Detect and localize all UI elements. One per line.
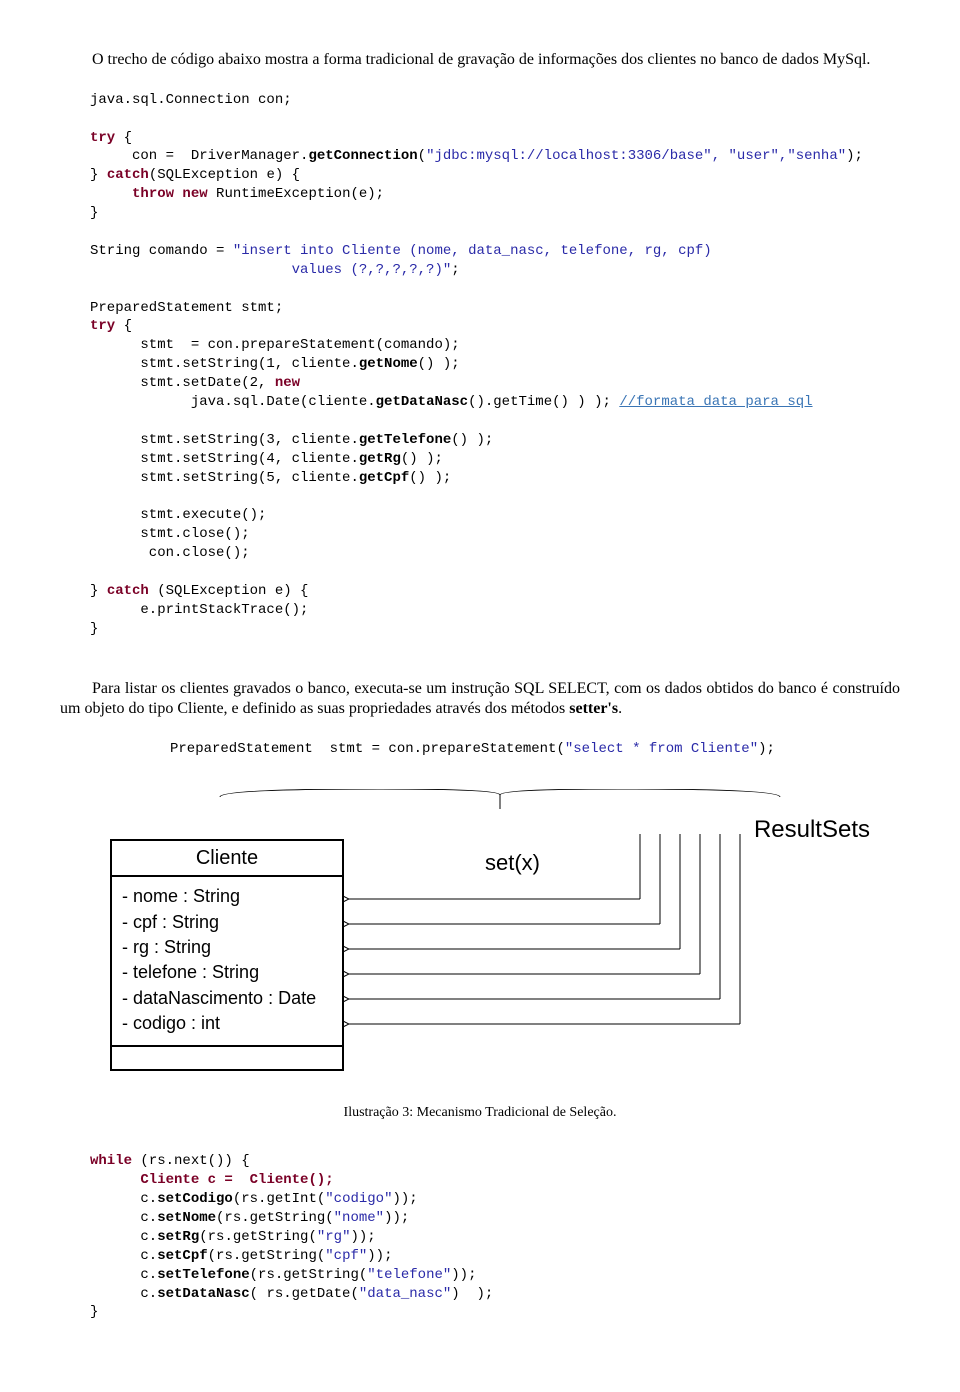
cliente-header: Cliente [112,841,342,877]
diagram-container: Cliente - nome : String - cpf : String -… [80,789,880,1099]
cliente-class-box: Cliente - nome : String - cpf : String -… [110,839,344,1071]
attr-row: - rg : String [122,936,332,959]
attr-row: - cpf : String [122,911,332,934]
attr-row: - nome : String [122,885,332,908]
code-block-3: while (rs.next()) { Cliente c = Cliente(… [90,1152,900,1322]
code-block-2: PreparedStatement stmt = con.prepareStat… [170,740,900,759]
resultsets-label: ResultSets [754,814,870,845]
code-block-1: java.sql.Connection con; try { con = Dri… [90,91,900,639]
figure-caption: Ilustração 3: Mecanismo Tradicional de S… [60,1104,900,1122]
intro-paragraph-2: Para listar os clientes gravados o banco… [60,679,900,721]
setx-label: set(x) [485,849,540,878]
attr-row: - telefone : String [122,961,332,984]
attr-row: - codigo : int [122,1012,332,1035]
intro-paragraph-1: O trecho de código abaixo mostra a forma… [60,50,900,71]
cliente-methods-empty [112,1047,342,1069]
attr-row: - dataNascimento : Date [122,987,332,1010]
cliente-attributes: - nome : String - cpf : String - rg : St… [112,877,342,1047]
